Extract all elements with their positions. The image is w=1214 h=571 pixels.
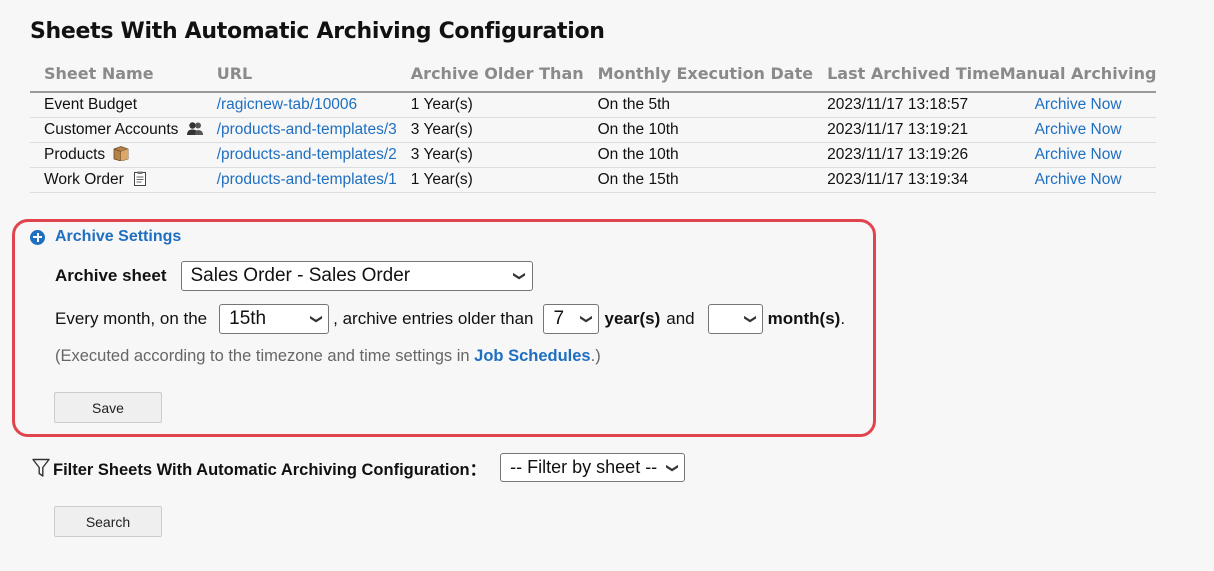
page-title: Sheets With Automatic Archiving Configur… bbox=[30, 19, 605, 44]
archive-older-than-cell: 1 Year(s) bbox=[396, 92, 584, 118]
timezone-note: (Executed according to the timezone and … bbox=[55, 347, 601, 366]
archive-sheet-select[interactable]: Sales Order - Sales Order ❯ bbox=[180, 261, 533, 291]
execution-date-cell: On the 10th bbox=[583, 142, 814, 168]
period: . bbox=[840, 309, 846, 328]
header-archive-older-than: Archive Older Than bbox=[396, 64, 584, 93]
archive-sheet-row: Archive sheet Sales Order - Sales Order … bbox=[55, 261, 533, 291]
years-label: year(s) bbox=[604, 309, 661, 328]
header-manual-archiving: Manual Archiving bbox=[999, 64, 1157, 93]
last-archived-cell: 2023/11/17 13:18:57 bbox=[813, 92, 1000, 118]
archive-now-link[interactable]: Archive Now bbox=[1035, 96, 1122, 113]
execution-date-cell: On the 5th bbox=[583, 92, 814, 118]
filter-sheet-value: -- Filter by sheet -- bbox=[510, 457, 658, 477]
clipboard-icon bbox=[134, 171, 147, 186]
every-month-label: Every month, on the bbox=[55, 309, 208, 328]
table-header-row: Sheet Name URL Archive Older Than Monthl… bbox=[30, 64, 1157, 93]
archive-older-than-cell: 3 Year(s) bbox=[396, 117, 584, 143]
archive-older-than-cell: 3 Year(s) bbox=[396, 142, 584, 168]
chevron-down-icon: ❯ bbox=[580, 313, 595, 325]
and-label: and bbox=[666, 309, 695, 328]
table-row: Event Budget /ragicnew-tab/10006 1 Year(… bbox=[30, 92, 1157, 118]
sheet-name: Customer Accounts bbox=[44, 121, 179, 138]
months-label: month(s) bbox=[767, 309, 841, 328]
sheet-url-link[interactable]: /products-and-templates/2 bbox=[217, 146, 397, 163]
sheet-name-cell: Customer Accounts bbox=[30, 117, 203, 143]
sheet-name: Products bbox=[44, 146, 106, 163]
chevron-down-icon: ❯ bbox=[743, 313, 758, 325]
chevron-down-icon: ❯ bbox=[310, 313, 325, 325]
header-monthly-execution-date: Monthly Execution Date bbox=[583, 64, 814, 93]
sheet-url-link[interactable]: /products-and-templates/1 bbox=[217, 171, 397, 188]
header-last-archived-time: Last Archived Time bbox=[813, 64, 1000, 93]
sheet-name-cell: Work Order bbox=[30, 167, 203, 193]
sheet-name-cell: Products bbox=[30, 142, 203, 168]
filter-icon bbox=[32, 458, 50, 477]
table-row: Work Order /products-and-templates/1 1 Y… bbox=[30, 167, 1157, 193]
archive-now-link[interactable]: Archive Now bbox=[1035, 171, 1122, 188]
header-url: URL bbox=[202, 64, 397, 93]
years-select[interactable]: 7 ❯ bbox=[543, 304, 600, 334]
execution-date-cell: On the 15th bbox=[583, 167, 814, 193]
table-row: Products /products-and-templates/2 3 Yea… bbox=[30, 142, 1157, 168]
sheet-url-link[interactable]: /ragicnew-tab/10006 bbox=[217, 96, 357, 113]
months-select[interactable]: ❯ bbox=[707, 304, 763, 334]
filter-label: Filter Sheets With Automatic Archiving C… bbox=[53, 460, 487, 479]
archiving-config-table: Sheet Name URL Archive Older Than Monthl… bbox=[30, 64, 1157, 193]
people-icon bbox=[186, 122, 203, 135]
last-archived-cell: 2023/11/17 13:19:21 bbox=[813, 117, 1000, 143]
older-than-label: , archive entries older than bbox=[333, 309, 534, 328]
sheet-name-cell: Event Budget bbox=[30, 92, 203, 118]
archive-sheet-label: Archive sheet bbox=[55, 266, 167, 285]
search-button[interactable]: Search bbox=[54, 506, 162, 537]
execution-date-cell: On the 10th bbox=[583, 117, 814, 143]
archive-older-than-cell: 1 Year(s) bbox=[396, 167, 584, 193]
chevron-down-icon: ❯ bbox=[666, 462, 681, 473]
sheet-name: Work Order bbox=[44, 171, 124, 188]
archive-sheet-value: Sales Order - Sales Order bbox=[190, 265, 411, 286]
sheet-name: Event Budget bbox=[44, 96, 138, 113]
plus-circle-icon bbox=[30, 229, 45, 245]
day-select[interactable]: 15th ❯ bbox=[219, 304, 330, 334]
archive-settings-toggle[interactable]: Archive Settings bbox=[30, 228, 181, 246]
archive-settings-title: Archive Settings bbox=[55, 228, 182, 245]
save-button[interactable]: Save bbox=[54, 392, 162, 423]
archive-now-link[interactable]: Archive Now bbox=[1035, 146, 1122, 163]
filter-sheet-select[interactable]: -- Filter by sheet -- ❯ bbox=[500, 453, 686, 482]
last-archived-cell: 2023/11/17 13:19:34 bbox=[813, 167, 1000, 193]
job-schedules-link[interactable]: Job Schedules bbox=[474, 347, 590, 365]
years-value: 7 bbox=[553, 308, 565, 329]
sheet-url-link[interactable]: /products-and-templates/3 bbox=[217, 121, 397, 138]
day-value: 15th bbox=[229, 308, 267, 329]
header-sheet-name: Sheet Name bbox=[30, 64, 203, 93]
archive-now-link[interactable]: Archive Now bbox=[1035, 121, 1122, 138]
note-prefix: (Executed according to the timezone and … bbox=[55, 347, 475, 365]
chevron-down-icon: ❯ bbox=[513, 270, 528, 282]
filter-row: Filter Sheets With Automatic Archiving C… bbox=[32, 453, 686, 482]
schedule-row: Every month, on the 15th ❯ , archive ent… bbox=[55, 304, 845, 334]
table-row: Customer Accounts /products-and-template… bbox=[30, 117, 1157, 143]
note-suffix: .) bbox=[590, 347, 601, 365]
box-icon bbox=[114, 146, 129, 161]
last-archived-cell: 2023/11/17 13:19:26 bbox=[813, 142, 1000, 168]
